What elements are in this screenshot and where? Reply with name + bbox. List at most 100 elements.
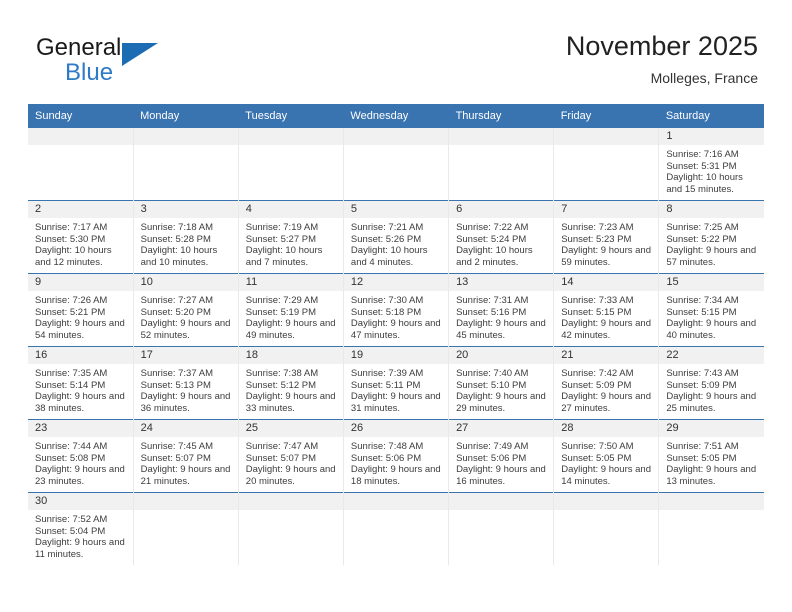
sunrise-text: Sunrise: 7:43 AM: [666, 368, 739, 379]
logo[interactable]: General Blue: [36, 34, 196, 96]
calendar-day-cell[interactable]: 20 Sunrise: 7:40 AM Sunset: 5:10 PM Dayligh…: [448, 346, 555, 420]
daylight-text: Daylight: 9 hours and 38 minutes.: [35, 391, 125, 414]
day-sun-info: Sunrise: 7:26 AM Sunset: 5:21 PM Daylight:…: [28, 291, 133, 341]
day-cell-content: [343, 128, 449, 200]
calendar-week-row: 9 Sunrise: 7:26 AM Sunset: 5:21 PM Daylight…: [28, 273, 764, 347]
daylight-text: Daylight: 10 hours and 10 minutes.: [140, 245, 218, 268]
day-sun-info: Sunrise: 7:45 AM Sunset: 5:07 PM Daylight:…: [134, 437, 238, 487]
day-sun-info: Sunrise: 7:25 AM Sunset: 5:22 PM Daylight:…: [659, 218, 764, 268]
sunrise-text: Sunrise: 7:35 AM: [35, 368, 108, 379]
day-number: 4: [238, 201, 343, 218]
calendar-day-cell[interactable]: 27 Sunrise: 7:49 AM Sunset: 5:06 PM Dayligh…: [448, 419, 555, 493]
daylight-text: Daylight: 9 hours and 11 minutes.: [35, 537, 125, 560]
day-sun-info: Sunrise: 7:33 AM Sunset: 5:15 PM Daylight:…: [554, 291, 658, 341]
daylight-text: Daylight: 10 hours and 15 minutes.: [666, 172, 743, 195]
daylight-text: Daylight: 9 hours and 31 minutes.: [350, 391, 441, 414]
calendar-day-cell[interactable]: 14 Sunrise: 7:33 AM Sunset: 5:15 PM Dayligh…: [553, 273, 660, 347]
daylight-text: Daylight: 10 hours and 7 minutes.: [245, 245, 323, 268]
daylight-text: Daylight: 9 hours and 23 minutes.: [35, 464, 125, 487]
day-cell-content: 11 Sunrise: 7:29 AM Sunset: 5:19 PM Dayligh…: [238, 274, 343, 346]
calendar-day-cell[interactable]: 3 Sunrise: 7:18 AM Sunset: 5:28 PM Daylight…: [133, 200, 239, 274]
calendar-day-cell[interactable]: 11 Sunrise: 7:29 AM Sunset: 5:19 PM Dayligh…: [238, 273, 344, 347]
day-number: 9: [28, 274, 133, 291]
calendar-day-cell[interactable]: 1 Sunrise: 7:16 AM Sunset: 5:31 PM Daylight…: [659, 128, 764, 201]
sunrise-text: Sunrise: 7:25 AM: [666, 222, 739, 233]
day-cell-content: 12 Sunrise: 7:30 AM Sunset: 5:18 PM Dayligh…: [343, 274, 449, 346]
page-header: General Blue November 2025 Molleges, Fra…: [28, 30, 764, 102]
day-number: 17: [133, 347, 238, 364]
calendar-day-cell[interactable]: 26 Sunrise: 7:48 AM Sunset: 5:06 PM Dayligh…: [343, 419, 450, 493]
day-number: 8: [659, 201, 764, 218]
calendar-day-cell[interactable]: 21 Sunrise: 7:42 AM Sunset: 5:09 PM Dayligh…: [553, 346, 660, 420]
calendar-day-cell[interactable]: 16 Sunrise: 7:35 AM Sunset: 5:14 PM Dayligh…: [28, 346, 134, 420]
day-sun-info: Sunrise: 7:44 AM Sunset: 5:08 PM Daylight:…: [28, 437, 133, 487]
sunset-text: Sunset: 5:19 PM: [245, 306, 317, 318]
day-cell-content: 1 Sunrise: 7:16 AM Sunset: 5:31 PM Daylight…: [659, 128, 764, 200]
day-cell-content: 10 Sunrise: 7:27 AM Sunset: 5:20 PM Dayligh…: [133, 274, 238, 346]
day-cell-content: [238, 128, 343, 200]
sunset-text: Sunset: 5:06 PM: [456, 452, 527, 464]
calendar-day-cell[interactable]: 10 Sunrise: 7:27 AM Sunset: 5:20 PM Dayligh…: [133, 273, 239, 347]
day-number: 6: [449, 201, 554, 218]
day-number: 30: [28, 493, 133, 510]
day-sun-info: Sunrise: 7:19 AM Sunset: 5:27 PM Daylight:…: [239, 218, 343, 268]
calendar-day-cell[interactable]: 29 Sunrise: 7:51 AM Sunset: 5:05 PM Dayligh…: [658, 419, 764, 493]
calendar-day-cell[interactable]: 24 Sunrise: 7:45 AM Sunset: 5:07 PM Dayligh…: [133, 419, 239, 493]
day-cell-content: 21 Sunrise: 7:42 AM Sunset: 5:09 PM Dayligh…: [554, 347, 659, 419]
day-cell-content: [449, 493, 554, 565]
sunset-text: Sunset: 5:22 PM: [666, 233, 737, 245]
day-cell-content: 2 Sunrise: 7:17 AM Sunset: 5:30 PM Daylight…: [28, 201, 133, 273]
calendar-day-cell[interactable]: 28 Sunrise: 7:50 AM Sunset: 5:05 PM Dayligh…: [553, 419, 660, 493]
sunrise-text: Sunrise: 7:18 AM: [140, 222, 213, 233]
calendar-week-row: 30 Sunrise: 7:52 AM Sunset: 5:04 PM Dayligh…: [28, 492, 764, 565]
calendar-day-cell[interactable]: 12 Sunrise: 7:30 AM Sunset: 5:18 PM Dayligh…: [343, 273, 450, 347]
sunrise-text: Sunrise: 7:51 AM: [666, 441, 739, 452]
daylight-text: Daylight: 9 hours and 52 minutes.: [140, 318, 231, 341]
logo-text-general: General: [36, 34, 122, 61]
calendar-day-cell[interactable]: 7 Sunrise: 7:23 AM Sunset: 5:23 PM Daylight…: [553, 200, 660, 274]
sunrise-text: Sunrise: 7:47 AM: [245, 441, 319, 452]
day-number: 19: [343, 347, 449, 364]
day-number: [659, 493, 764, 510]
calendar-day-cell[interactable]: 17 Sunrise: 7:37 AM Sunset: 5:13 PM Dayligh…: [133, 346, 239, 420]
day-number: 13: [449, 274, 554, 291]
calendar-day-cell[interactable]: 2 Sunrise: 7:17 AM Sunset: 5:30 PM Daylight…: [28, 200, 134, 274]
day-cell-content: 29 Sunrise: 7:51 AM Sunset: 5:05 PM Dayligh…: [659, 420, 764, 492]
daylight-text: Daylight: 10 hours and 4 minutes.: [350, 245, 428, 268]
day-sun-info: Sunrise: 7:21 AM Sunset: 5:26 PM Daylight:…: [344, 218, 448, 268]
day-number: 1: [659, 128, 764, 145]
day-cell-content: 24 Sunrise: 7:45 AM Sunset: 5:07 PM Dayligh…: [133, 420, 238, 492]
day-cell-content: 9 Sunrise: 7:26 AM Sunset: 5:21 PM Daylight…: [28, 274, 133, 346]
sunset-text: Sunset: 5:05 PM: [561, 452, 632, 464]
calendar-day-cell[interactable]: 8 Sunrise: 7:25 AM Sunset: 5:22 PM Daylight…: [658, 200, 764, 274]
calendar-day-cell[interactable]: 4 Sunrise: 7:19 AM Sunset: 5:27 PM Daylight…: [238, 200, 344, 274]
calendar-day-cell[interactable]: 13 Sunrise: 7:31 AM Sunset: 5:16 PM Dayligh…: [448, 273, 555, 347]
weekday-header-sunday: Sunday: [28, 104, 134, 128]
calendar-day-cell[interactable]: 15 Sunrise: 7:34 AM Sunset: 5:15 PM Dayligh…: [658, 273, 764, 347]
calendar-day-cell[interactable]: 9 Sunrise: 7:26 AM Sunset: 5:21 PM Daylight…: [28, 273, 134, 347]
day-cell-content: [133, 493, 238, 565]
calendar-day-cell[interactable]: 30 Sunrise: 7:52 AM Sunset: 5:04 PM Dayligh…: [28, 492, 134, 565]
weekday-header-wednesday: Wednesday: [343, 104, 449, 128]
sunset-text: Sunset: 5:09 PM: [561, 379, 632, 391]
sunrise-text: Sunrise: 7:34 AM: [666, 295, 739, 306]
logo-text-blue: Blue: [65, 59, 114, 86]
calendar-day-cell[interactable]: 23 Sunrise: 7:44 AM Sunset: 5:08 PM Dayligh…: [28, 419, 134, 493]
day-cell-content: 19 Sunrise: 7:39 AM Sunset: 5:11 PM Dayligh…: [343, 347, 449, 419]
day-cell-content: 20 Sunrise: 7:40 AM Sunset: 5:10 PM Dayligh…: [449, 347, 554, 419]
sunset-text: Sunset: 5:20 PM: [140, 306, 211, 318]
calendar-page: General Blue November 2025 Molleges, Fra…: [0, 0, 792, 612]
calendar-day-cell[interactable]: 22 Sunrise: 7:43 AM Sunset: 5:09 PM Dayligh…: [658, 346, 764, 420]
calendar-day-cell[interactable]: 25 Sunrise: 7:47 AM Sunset: 5:07 PM Dayligh…: [238, 419, 344, 493]
calendar-day-cell[interactable]: 19 Sunrise: 7:39 AM Sunset: 5:11 PM Dayligh…: [343, 346, 450, 420]
day-cell-content: 14 Sunrise: 7:33 AM Sunset: 5:15 PM Dayligh…: [554, 274, 659, 346]
sunset-text: Sunset: 5:23 PM: [561, 233, 632, 245]
calendar-day-cell[interactable]: 5 Sunrise: 7:21 AM Sunset: 5:26 PM Daylight…: [343, 200, 450, 274]
day-number: 5: [343, 201, 449, 218]
calendar-day-cell[interactable]: 18 Sunrise: 7:38 AM Sunset: 5:12 PM Dayligh…: [238, 346, 344, 420]
day-sun-info: Sunrise: 7:39 AM Sunset: 5:11 PM Daylight:…: [344, 364, 448, 414]
calendar-day-cell[interactable]: 6 Sunrise: 7:22 AM Sunset: 5:24 PM Daylight…: [448, 200, 555, 274]
sunrise-text: Sunrise: 7:52 AM: [35, 514, 108, 525]
brand-triangle-icon: [122, 43, 158, 66]
day-number: [238, 493, 343, 510]
